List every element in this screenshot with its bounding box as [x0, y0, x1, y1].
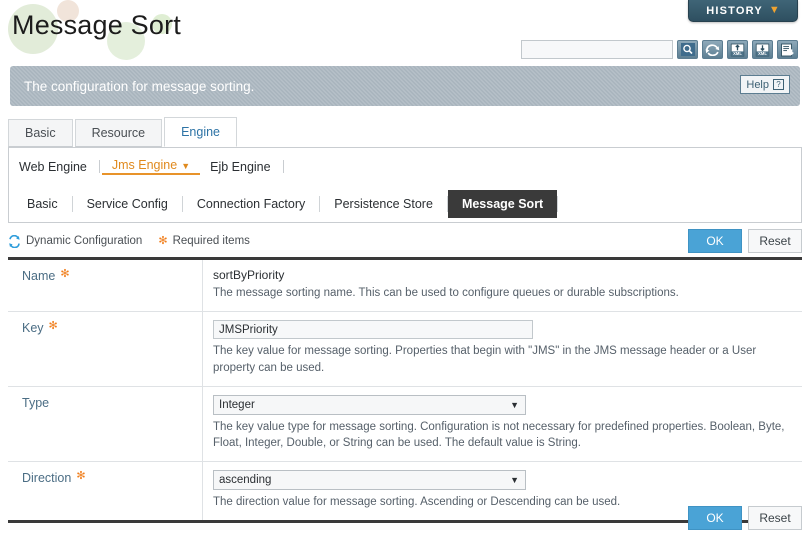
reset-button-top[interactable]: Reset — [748, 229, 802, 253]
tab-service-config[interactable]: Service Config — [73, 192, 182, 216]
chevron-down-icon: ▼ — [768, 4, 780, 16]
bottom-action-buttons: OK Reset — [688, 506, 802, 530]
form-row-type: Type Integer ▼ The key value type for me… — [8, 386, 802, 462]
subnav-jms-engine[interactable]: Jms Engine ▼ — [101, 158, 201, 175]
refresh-icon[interactable] — [702, 40, 723, 59]
dynamic-config-icon — [9, 234, 20, 248]
tab-persistence-store-label: Persistence Store — [334, 196, 433, 211]
field-label-type-text: Type — [22, 395, 50, 410]
subnav-ejb-engine[interactable]: Ejb Engine — [200, 160, 280, 174]
help-button[interactable]: Help ? — [740, 75, 790, 94]
type-description: The key value type for message sorting. … — [213, 420, 785, 450]
field-label-key: Key ✻ — [8, 311, 203, 386]
direction-select-value: ascending — [219, 473, 272, 486]
tab-engine-label: Engine — [181, 125, 221, 139]
tab-resource-label: Resource — [91, 126, 146, 140]
key-input[interactable] — [213, 320, 533, 340]
tab-persistence-store[interactable]: Persistence Store — [320, 192, 447, 216]
configuration-form: Name ✻ sortByPriority The message sortin… — [8, 257, 802, 523]
jms-sub-tabs: Basic Service Config Connection Factory … — [8, 185, 802, 223]
tab-message-sort-label: Message Sort — [461, 196, 544, 211]
toolbar: XML XML — [521, 40, 798, 59]
svg-text:XML: XML — [758, 51, 767, 56]
legend-required-items: ✻ Required items — [158, 235, 250, 247]
type-select-value: Integer — [219, 398, 255, 411]
field-label-key-text: Key — [22, 320, 44, 335]
legend-dynamic-configuration: Dynamic Configuration — [8, 234, 143, 248]
subnav-divider-2 — [282, 160, 284, 173]
field-value-name: sortByPriority The message sorting name.… — [203, 260, 802, 311]
type-select[interactable]: Integer ▼ — [213, 394, 526, 415]
name-value: sortByPriority — [213, 268, 285, 282]
field-value-type: Integer ▼ The key value type for message… — [203, 387, 802, 461]
report-download-icon[interactable] — [777, 40, 798, 59]
tab-service-config-label: Service Config — [86, 196, 168, 211]
field-label-type: Type — [8, 386, 203, 461]
ok-button-bottom[interactable]: OK — [688, 506, 742, 530]
legend-dynamic-configuration-label: Dynamic Configuration — [26, 235, 143, 247]
tab-jms-basic-label: Basic — [27, 196, 58, 211]
key-description: The key value for message sorting. Prope… — [213, 345, 757, 374]
tab-message-sort[interactable]: Message Sort — [447, 189, 558, 218]
field-label-name: Name ✻ — [8, 260, 203, 311]
history-button[interactable]: HISTORY ▼ — [688, 0, 798, 22]
tab-engine[interactable]: Engine — [164, 117, 238, 147]
history-label: HISTORY — [706, 4, 763, 17]
reset-button-bottom[interactable]: Reset — [748, 506, 802, 530]
form-row-direction: Direction ✻ ascending ▼ The direction va… — [8, 461, 802, 520]
tab-jms-basic[interactable]: Basic — [13, 192, 72, 216]
svg-text:XML: XML — [733, 51, 742, 56]
tab-connection-factory[interactable]: Connection Factory — [183, 192, 319, 216]
search-icon[interactable] — [677, 40, 698, 59]
engine-subnav: Web Engine Jms Engine ▼ Ejb Engine — [8, 148, 802, 185]
legend-required-items-label: Required items — [172, 235, 250, 247]
page-title: Message Sort — [12, 10, 181, 40]
search-input[interactable] — [521, 40, 673, 59]
tab-resource[interactable]: Resource — [74, 119, 163, 147]
field-label-direction-text: Direction — [22, 470, 72, 485]
subtab-divider-5 — [557, 195, 559, 212]
required-asterisk-icon: ✻ — [76, 469, 86, 482]
subnav-divider-1 — [98, 160, 100, 173]
chevron-down-icon: ▼ — [510, 474, 519, 485]
top-action-buttons: OK Reset — [688, 229, 802, 253]
direction-select[interactable]: ascending ▼ — [213, 469, 526, 490]
xml-download-icon[interactable]: XML — [752, 40, 773, 59]
tab-basic-label: Basic — [25, 126, 56, 140]
name-description: The message sorting name. This can be us… — [213, 287, 679, 299]
subnav-web-engine-label: Web Engine — [19, 159, 87, 174]
form-row-name: Name ✻ sortByPriority The message sortin… — [8, 260, 802, 312]
chevron-down-icon: ▼ — [510, 399, 519, 410]
tab-basic[interactable]: Basic — [8, 119, 73, 147]
required-asterisk-icon: ✻ — [48, 319, 58, 332]
subnav-web-engine[interactable]: Web Engine — [9, 160, 97, 174]
question-mark-icon: ? — [773, 79, 784, 90]
ok-button-top[interactable]: OK — [688, 229, 742, 253]
form-row-key: Key ✻ The key value for message sorting.… — [8, 311, 802, 387]
description-banner: The configuration for message sorting. H… — [10, 66, 800, 106]
primary-tabs: Basic Resource Engine — [8, 117, 802, 148]
xml-upload-icon[interactable]: XML — [727, 40, 748, 59]
description-text: The configuration for message sorting. — [24, 78, 255, 94]
app-page: Message Sort HISTORY ▼ XML XML The confi… — [0, 0, 810, 537]
field-value-key: The key value for message sorting. Prope… — [203, 312, 802, 386]
title-zone: Message Sort HISTORY ▼ XML XML — [0, 0, 810, 62]
tab-connection-factory-label: Connection Factory — [196, 196, 306, 211]
legend-row: Dynamic Configuration ✻ Required items O… — [8, 227, 802, 255]
subnav-ejb-engine-label: Ejb Engine — [210, 159, 271, 174]
chevron-down-icon: ▼ — [181, 161, 191, 171]
required-asterisk-icon: ✻ — [158, 234, 168, 247]
field-label-name-text: Name — [22, 269, 56, 283]
help-label: Help — [746, 78, 769, 91]
subnav-jms-engine-label: Jms Engine — [111, 158, 178, 172]
required-asterisk-icon: ✻ — [60, 268, 70, 280]
field-label-direction: Direction ✻ — [8, 461, 203, 520]
